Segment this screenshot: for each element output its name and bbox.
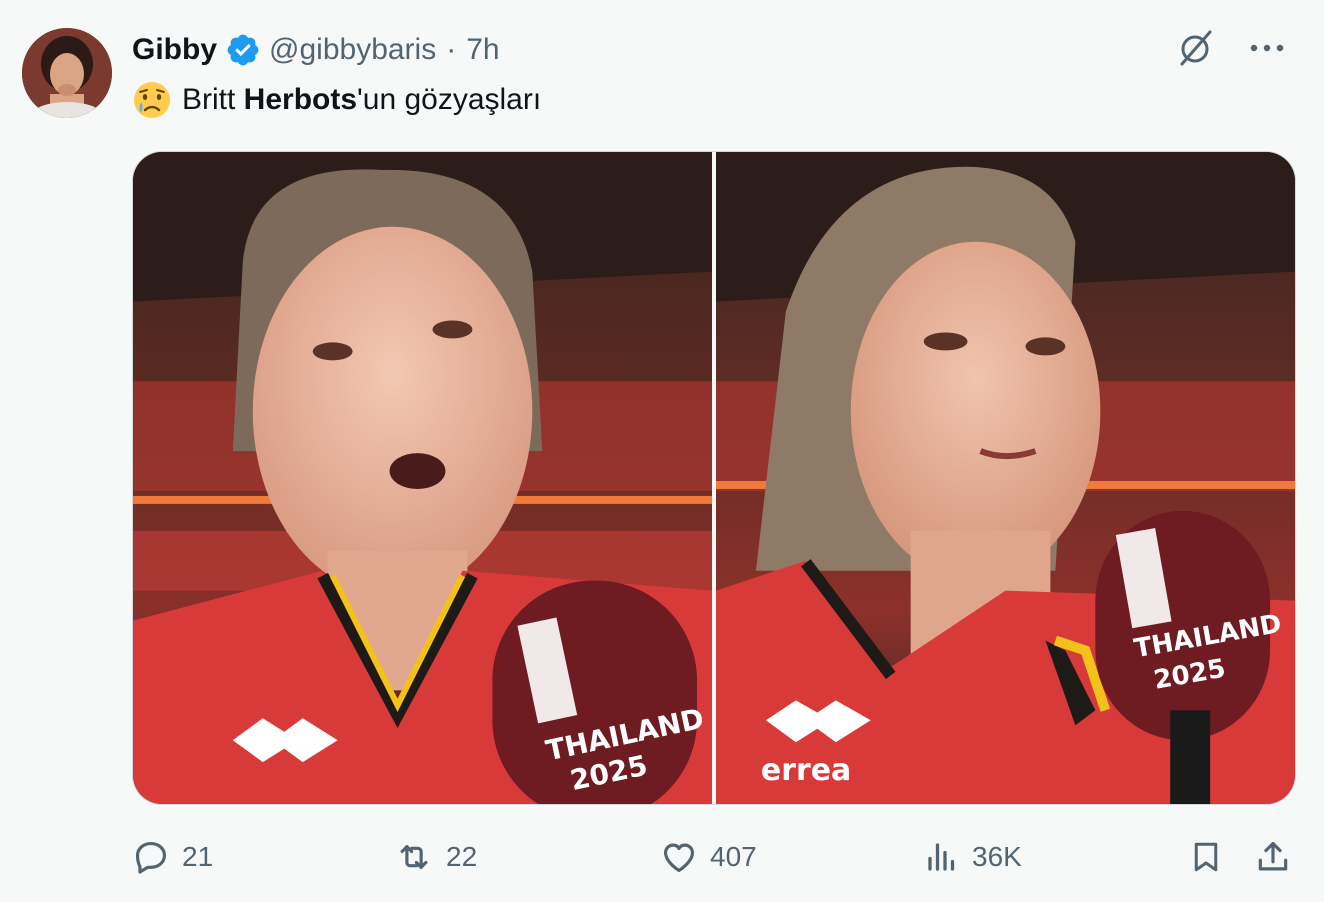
author-avatar[interactable] xyxy=(22,28,112,118)
tweet-text: Britt Herbots'un gözyaşları xyxy=(132,80,541,120)
share-icon xyxy=(1254,837,1292,877)
views-count: 36K xyxy=(972,841,1022,872)
text-part: 'un gözyaşları xyxy=(357,83,542,116)
top-right-icons xyxy=(1176,28,1284,68)
text-part: Britt xyxy=(182,83,244,116)
tweet-text-body: Britt Herbots'un gözyaşları xyxy=(182,83,541,117)
reply-button[interactable]: 21 xyxy=(132,830,213,884)
jersey-brand-text: errea xyxy=(761,753,851,788)
separator-dot: · xyxy=(446,33,457,66)
share-button[interactable] xyxy=(1254,830,1292,884)
media-gallery: THAILAND 2025 errea THAILAND 2025 xyxy=(132,151,1296,805)
bookmark-icon xyxy=(1188,837,1224,877)
tweet-header: Gibby @gibbybaris · 7h xyxy=(132,30,500,70)
more-options-icon[interactable] xyxy=(1250,43,1284,53)
media-image-2[interactable]: errea THAILAND 2025 xyxy=(716,152,1295,804)
tweet: Gibby @gibbybaris · 7h Britt Herbots'un … xyxy=(0,0,1324,902)
like-button[interactable]: 407 xyxy=(660,830,757,884)
avatar-image xyxy=(22,28,112,118)
views-button[interactable]: 36K xyxy=(924,830,1022,884)
repost-button[interactable]: 22 xyxy=(394,830,477,884)
reply-icon xyxy=(132,838,170,876)
post-timestamp[interactable]: 7h xyxy=(466,33,499,67)
repost-count: 22 xyxy=(446,841,478,872)
text-bold-name: Herbots xyxy=(243,83,358,116)
media-image-1[interactable]: THAILAND 2025 xyxy=(133,152,712,804)
grok-icon[interactable] xyxy=(1176,28,1216,68)
like-count: 407 xyxy=(710,841,757,872)
crying-face-emoji-icon xyxy=(132,80,172,120)
repost-icon xyxy=(394,838,434,876)
verified-badge-icon[interactable] xyxy=(225,32,261,68)
views-chart-icon xyxy=(924,838,960,876)
author-display-name[interactable]: Gibby xyxy=(132,33,217,67)
author-handle[interactable]: @gibbybaris xyxy=(269,33,436,67)
action-bar: 21 22 407 36K xyxy=(132,830,1292,884)
heart-icon xyxy=(660,838,698,876)
reply-count: 21 xyxy=(182,841,214,872)
bookmark-button[interactable] xyxy=(1188,830,1224,884)
